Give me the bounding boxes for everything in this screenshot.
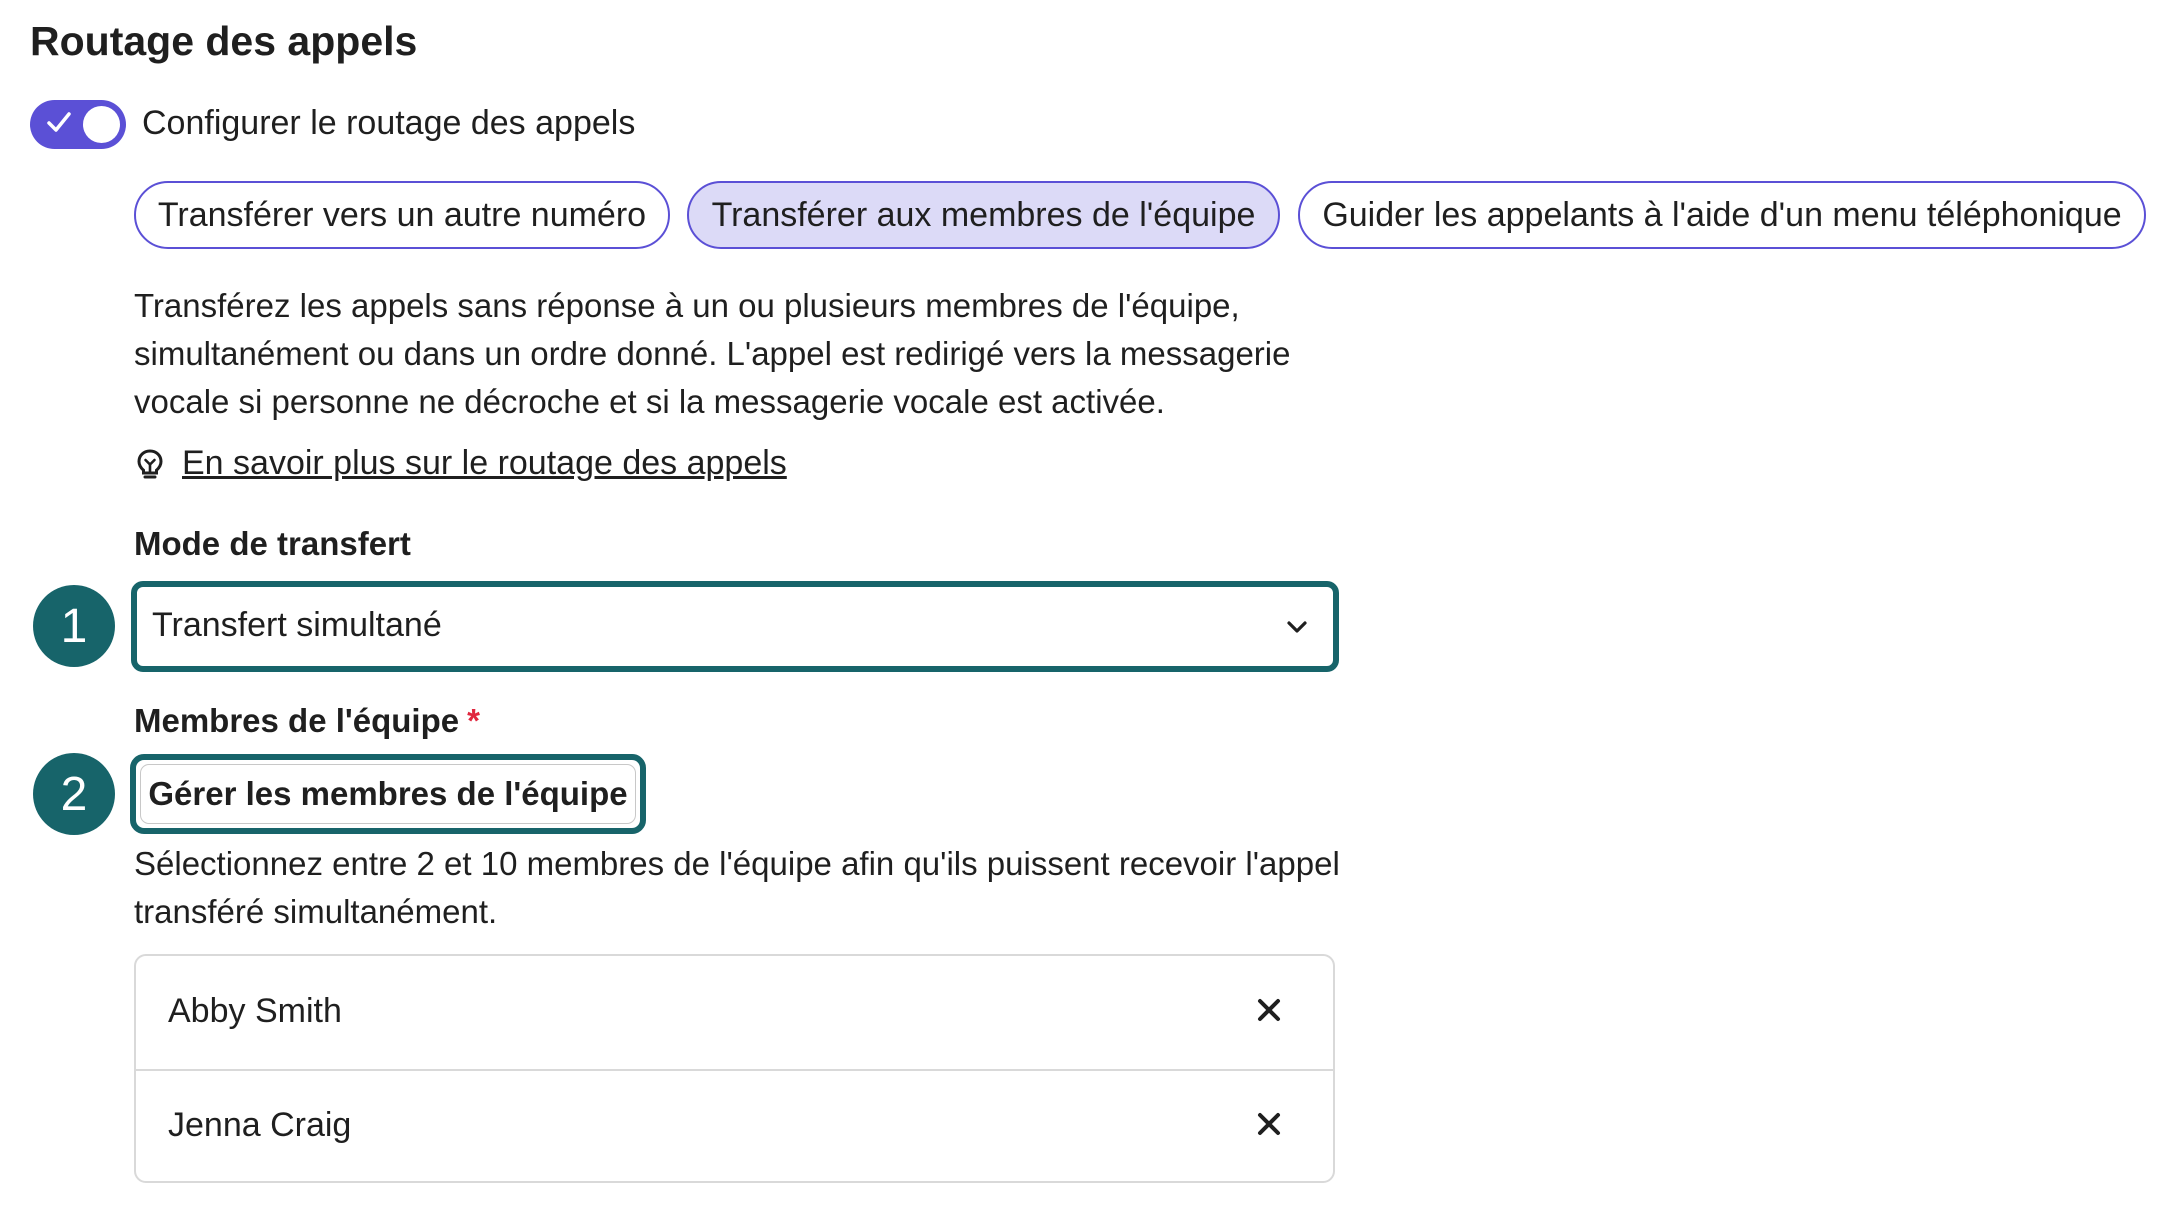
member-name: Jenna Craig <box>168 1106 352 1144</box>
team-member-list: Abby Smith Jenna Craig <box>134 954 1335 1183</box>
transfer-mode-select[interactable]: Transfert simultané <box>131 581 1339 672</box>
transfer-mode-value: Transfert simultané <box>152 606 442 644</box>
transfer-mode-label: Mode de transfert <box>134 525 411 562</box>
manage-team-button[interactable]: Gérer les membres de l'équipe <box>140 764 636 824</box>
section-title: Routage des appels <box>30 18 418 64</box>
toggle-knob <box>83 106 120 143</box>
routing-description: Transférez les appels sans réponse à un … <box>134 287 1291 420</box>
routing-toggle-label: Configurer le routage des appels <box>142 104 636 142</box>
list-item: Jenna Craig <box>136 1070 1333 1181</box>
step-badge-1: 1 <box>33 585 115 667</box>
learn-more-link[interactable]: En savoir plus sur le routage des appels <box>182 444 787 483</box>
member-name: Abby Smith <box>168 992 342 1030</box>
list-item: Abby Smith <box>136 956 1333 1071</box>
checkmark-icon <box>47 112 71 132</box>
routing-toggle[interactable] <box>30 100 126 149</box>
close-icon[interactable] <box>1255 1110 1283 1138</box>
manage-team-focus-ring: Gérer les membres de l'équipe <box>130 754 646 834</box>
team-members-hint: Sélectionnez entre 2 et 10 membres de l'… <box>134 845 1340 930</box>
team-members-label-text: Membres de l'équipe <box>134 702 460 739</box>
team-members-label: Membres de l'équipe * <box>134 702 480 740</box>
option-forward-to-number[interactable]: Transférer vers un autre numéro <box>134 181 670 249</box>
step-badge-2: 2 <box>33 753 115 835</box>
option-transfer-to-team[interactable]: Transférer aux membres de l'équipe <box>687 181 1280 249</box>
close-icon[interactable] <box>1255 996 1283 1024</box>
lightbulb-icon <box>137 449 163 479</box>
option-phone-menu[interactable]: Guider les appelants à l'aide d'un menu … <box>1298 181 2146 249</box>
chevron-down-icon <box>1287 621 1307 633</box>
required-marker: * <box>467 702 480 739</box>
